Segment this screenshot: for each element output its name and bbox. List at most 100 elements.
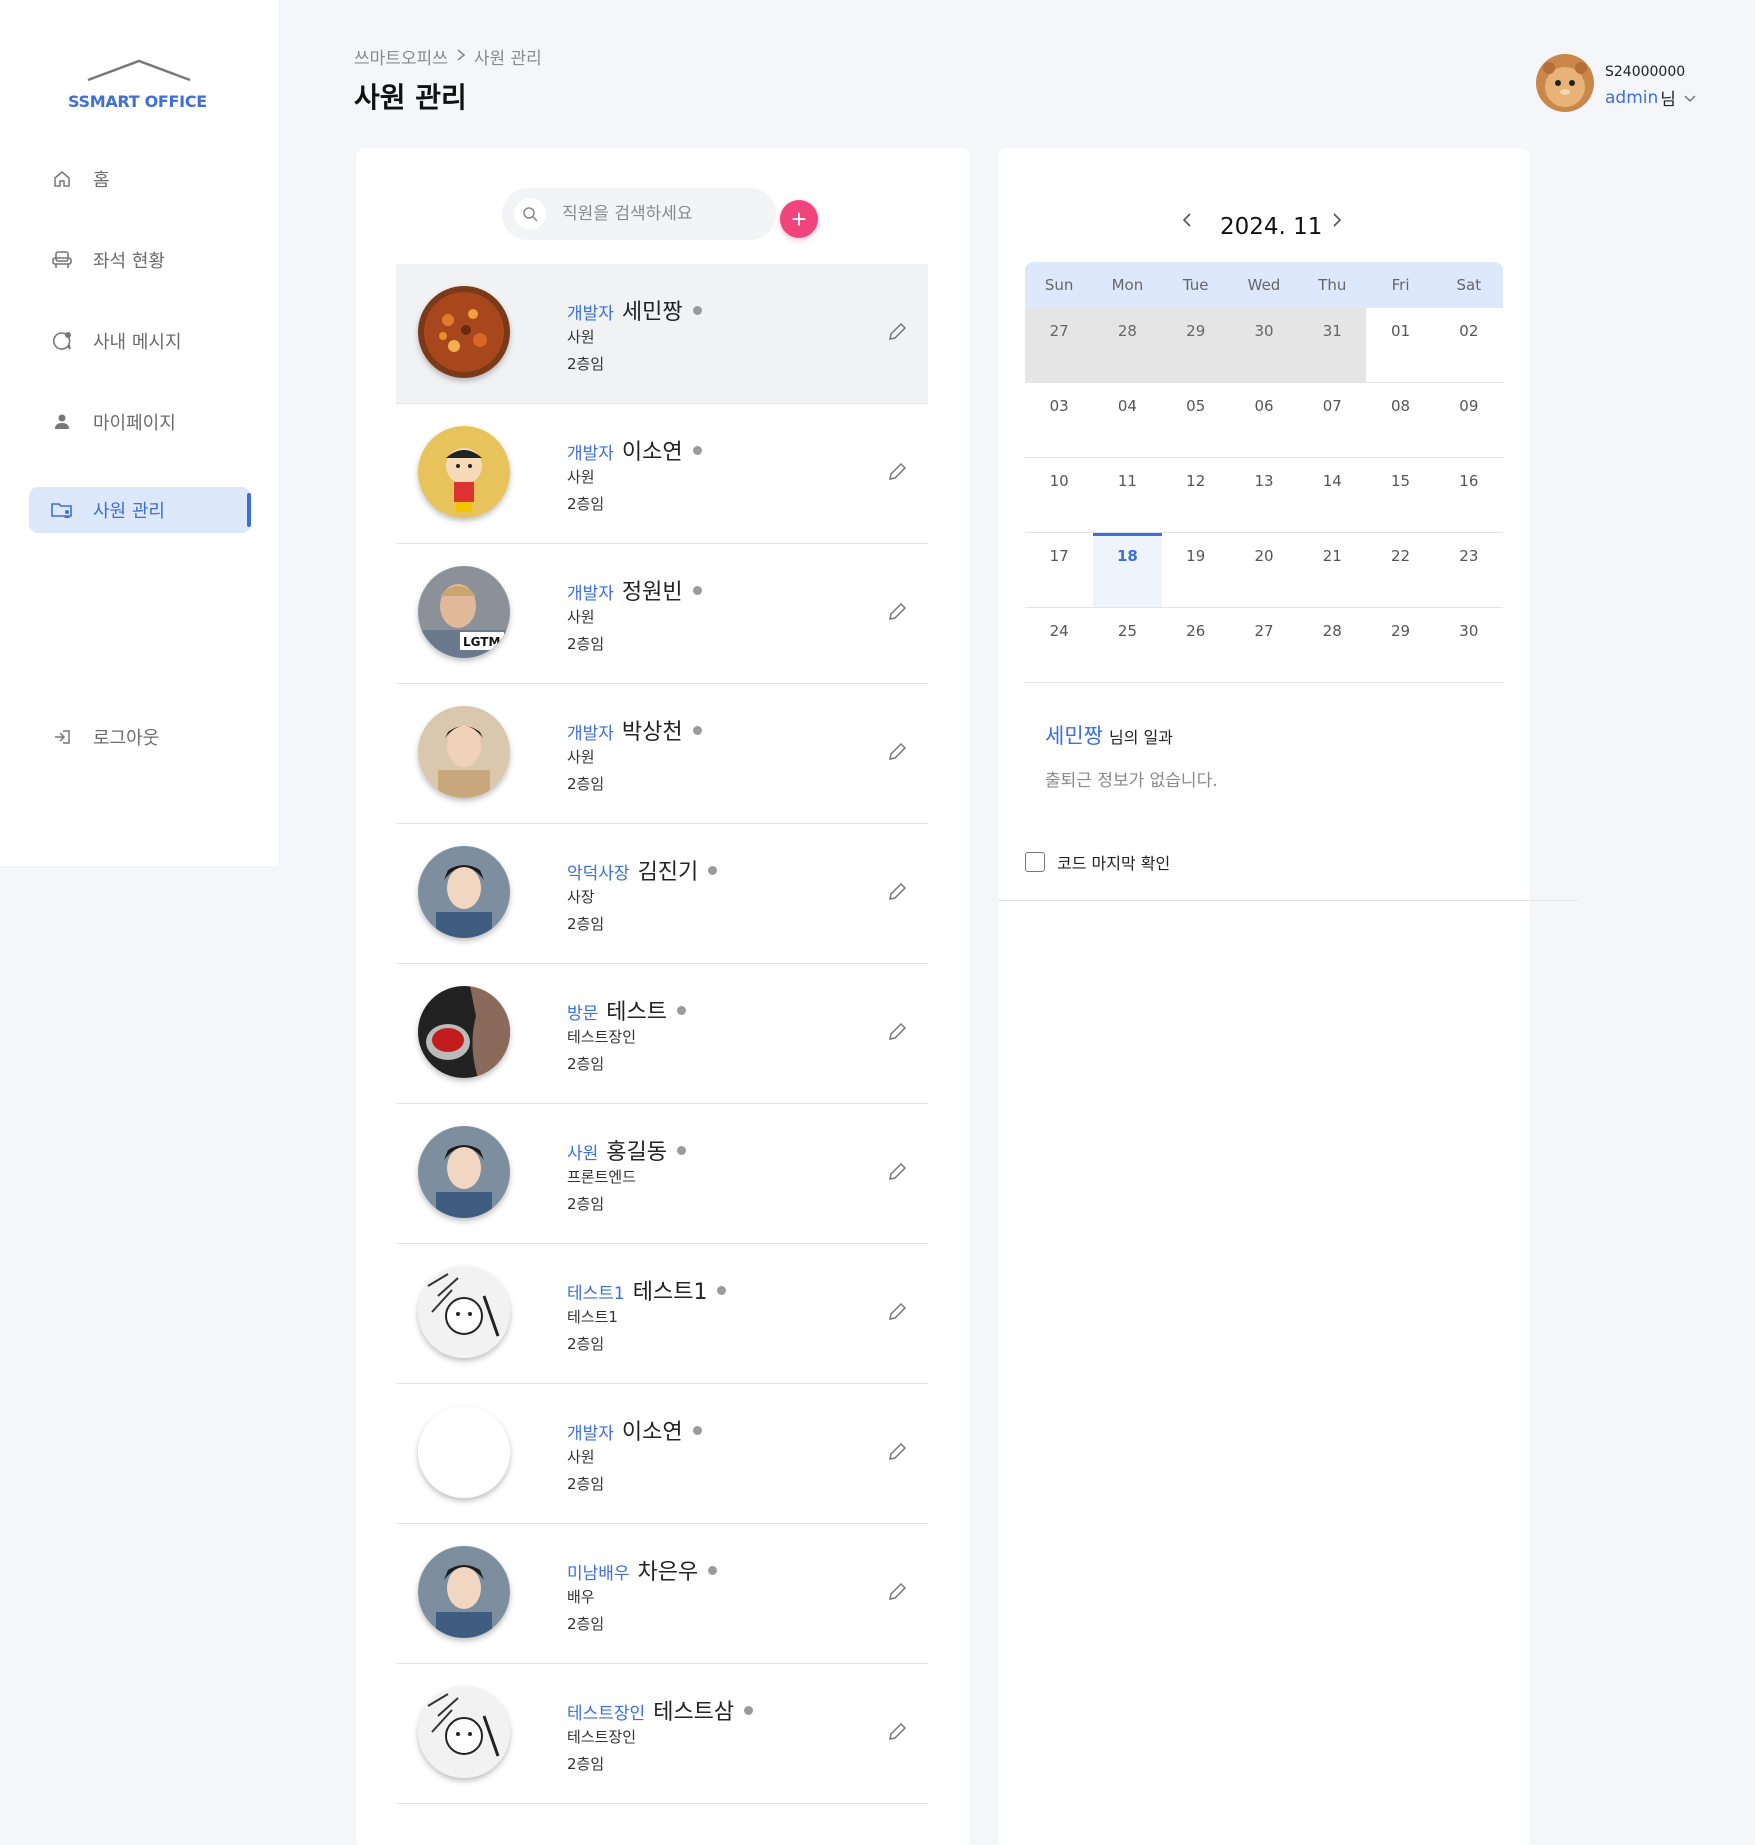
logo[interactable]: SSMART OFFICE [62, 58, 222, 118]
calendar-day[interactable]: 13 [1230, 458, 1298, 532]
pencil-icon[interactable] [886, 1581, 908, 1603]
avatar [418, 1266, 510, 1358]
calendar-day[interactable]: 19 [1162, 533, 1230, 607]
status-dot [677, 1006, 687, 1015]
calendar-day[interactable]: 07 [1298, 383, 1366, 457]
employee-role: 미남배우 [567, 1564, 630, 1584]
sidebar-item-label: 사내 메시지 [93, 332, 182, 353]
employee-position: 테스트장인 [567, 1028, 637, 1046]
breadcrumb-item[interactable]: 쓰마트오피쓰 [354, 44, 448, 69]
pencil-icon[interactable] [886, 601, 908, 623]
calendar-day[interactable]: 05 [1162, 383, 1230, 457]
calendar-day[interactable]: 26 [1162, 608, 1230, 682]
code-check[interactable]: 코드 마지막 확인 [1025, 850, 1170, 874]
calendar-day[interactable]: 24 [1025, 608, 1093, 682]
calendar-day[interactable]: 01 [1366, 308, 1434, 382]
employee-row[interactable]: LGTM 개발자 정원빈 사원 2층임 [396, 544, 928, 684]
pencil-icon[interactable] [886, 1021, 908, 1043]
user-name[interactable]: admin 님 [1605, 85, 1696, 110]
sidebar-item-messages[interactable]: 사내 메시지 [29, 318, 251, 364]
calendar-day[interactable]: 17 [1025, 533, 1093, 607]
logout-icon [51, 726, 73, 748]
calendar-day[interactable]: 11 [1093, 458, 1161, 532]
calendar-day[interactable]: 20 [1230, 533, 1298, 607]
calendar-day[interactable]: 14 [1298, 458, 1366, 532]
calendar-day[interactable]: 12 [1162, 458, 1230, 532]
calendar-week: 17 18 19 20 21 22 23 [1025, 533, 1503, 608]
calendar-day[interactable]: 28 [1093, 308, 1162, 382]
employee-position: 사원 [567, 608, 595, 626]
employee-position: 사원 [567, 328, 595, 346]
calendar-day[interactable]: 29 [1161, 308, 1230, 382]
pencil-icon[interactable] [886, 1721, 908, 1743]
sidebar-item-seats[interactable]: 좌석 현황 [29, 237, 251, 283]
sidebar-item-mypage[interactable]: 마이페이지 [29, 399, 251, 445]
calendar-day[interactable]: 23 [1435, 533, 1503, 607]
chevron-right-icon[interactable] [1331, 212, 1351, 240]
calendar-day[interactable]: 29 [1366, 608, 1434, 682]
employee-row[interactable]: 미남배우 차은우 배우 2층임 [396, 1524, 928, 1664]
employee-row[interactable]: 개발자 이소연 사원 2층임 [396, 404, 928, 544]
pencil-icon[interactable] [886, 461, 908, 483]
status-dot [677, 1146, 687, 1155]
sidebar-item-employees[interactable]: 사원 관리 [29, 487, 251, 533]
employee-row[interactable]: 개발자 이소연 사원 2층임 [396, 1384, 928, 1524]
calendar-day[interactable]: 03 [1025, 383, 1093, 457]
calendar-day[interactable]: 09 [1435, 383, 1503, 457]
pencil-icon[interactable] [886, 1301, 908, 1323]
chevron-down-icon [1684, 88, 1696, 108]
calendar-day[interactable]: 10 [1025, 458, 1093, 532]
code-check-label: 코드 마지막 확인 [1057, 854, 1171, 873]
sidebar-item-home[interactable]: 홈 [29, 156, 251, 202]
calendar-day[interactable]: 04 [1093, 383, 1161, 457]
weekday-label: Thu [1318, 276, 1347, 294]
user-menu[interactable]: S24000000 admin 님 [1536, 54, 1746, 114]
search-icon [514, 198, 546, 230]
employee-floor: 2층임 [567, 495, 605, 513]
employee-name: 김진기 [637, 860, 699, 885]
calendar-day[interactable]: 18 [1093, 533, 1162, 607]
calendar-month: 2024. 11 [1220, 214, 1323, 240]
employee-floor: 2층임 [567, 355, 605, 373]
employee-row[interactable]: 사원 홍길동 프론트엔드 2층임 [396, 1104, 928, 1244]
search-input[interactable] [562, 188, 762, 240]
calendar-day[interactable]: 25 [1093, 608, 1161, 682]
calendar-day[interactable]: 27 [1230, 608, 1298, 682]
employee-row[interactable]: 개발자 세민짱 사원 2층임 [396, 264, 928, 404]
calendar-grid: Sun Mon Tue Wed Thu Fri Sat 27 28 29 30 31 01… [1025, 262, 1503, 683]
calendar-day[interactable]: 16 [1435, 458, 1503, 532]
pencil-icon[interactable] [886, 1441, 908, 1463]
code-check-checkbox[interactable] [1025, 852, 1045, 872]
add-employee-button[interactable]: + [780, 200, 818, 238]
calendar-day[interactable]: 08 [1366, 383, 1434, 457]
breadcrumb-item[interactable]: 사원 관리 [474, 44, 542, 69]
employee-row[interactable]: 개발자 박상천 사원 2층임 [396, 684, 928, 824]
status-dot [692, 1426, 702, 1435]
employee-role: 악덕사장 [567, 864, 630, 884]
calendar-day[interactable]: 31 [1298, 308, 1367, 382]
employee-row[interactable]: 테스트1 테스트1 테스트1 2층임 [396, 1244, 928, 1384]
employee-position: 테스트장인 [567, 1728, 637, 1746]
pencil-icon[interactable] [886, 1161, 908, 1183]
weekday-label: Fri [1391, 276, 1410, 294]
employee-row[interactable]: 방문 테스트 테스트장인 2층임 [396, 964, 928, 1104]
employee-row[interactable]: 악덕사장 김진기 사장 2층임 [396, 824, 928, 964]
sidebar-item-logout[interactable]: 로그아웃 [29, 714, 251, 760]
pencil-icon[interactable] [886, 321, 908, 343]
status-dot [692, 726, 702, 735]
page-title: 사원 관리 [354, 81, 467, 114]
employee-row[interactable]: 테스트장인 테스트삼 테스트장인 2층임 [396, 1664, 928, 1804]
calendar-day[interactable]: 15 [1366, 458, 1434, 532]
calendar-day[interactable]: 06 [1230, 383, 1298, 457]
calendar-day[interactable]: 22 [1366, 533, 1434, 607]
calendar-day[interactable]: 21 [1298, 533, 1366, 607]
calendar-day[interactable]: 27 [1025, 308, 1094, 382]
avatar[interactable] [1536, 54, 1594, 112]
calendar-day[interactable]: 28 [1298, 608, 1366, 682]
calendar-day[interactable]: 02 [1435, 308, 1503, 382]
chevron-left-icon[interactable] [1181, 212, 1201, 240]
calendar-day[interactable]: 30 [1435, 608, 1503, 682]
pencil-icon[interactable] [886, 741, 908, 763]
calendar-day[interactable]: 30 [1229, 308, 1299, 382]
pencil-icon[interactable] [886, 881, 908, 903]
